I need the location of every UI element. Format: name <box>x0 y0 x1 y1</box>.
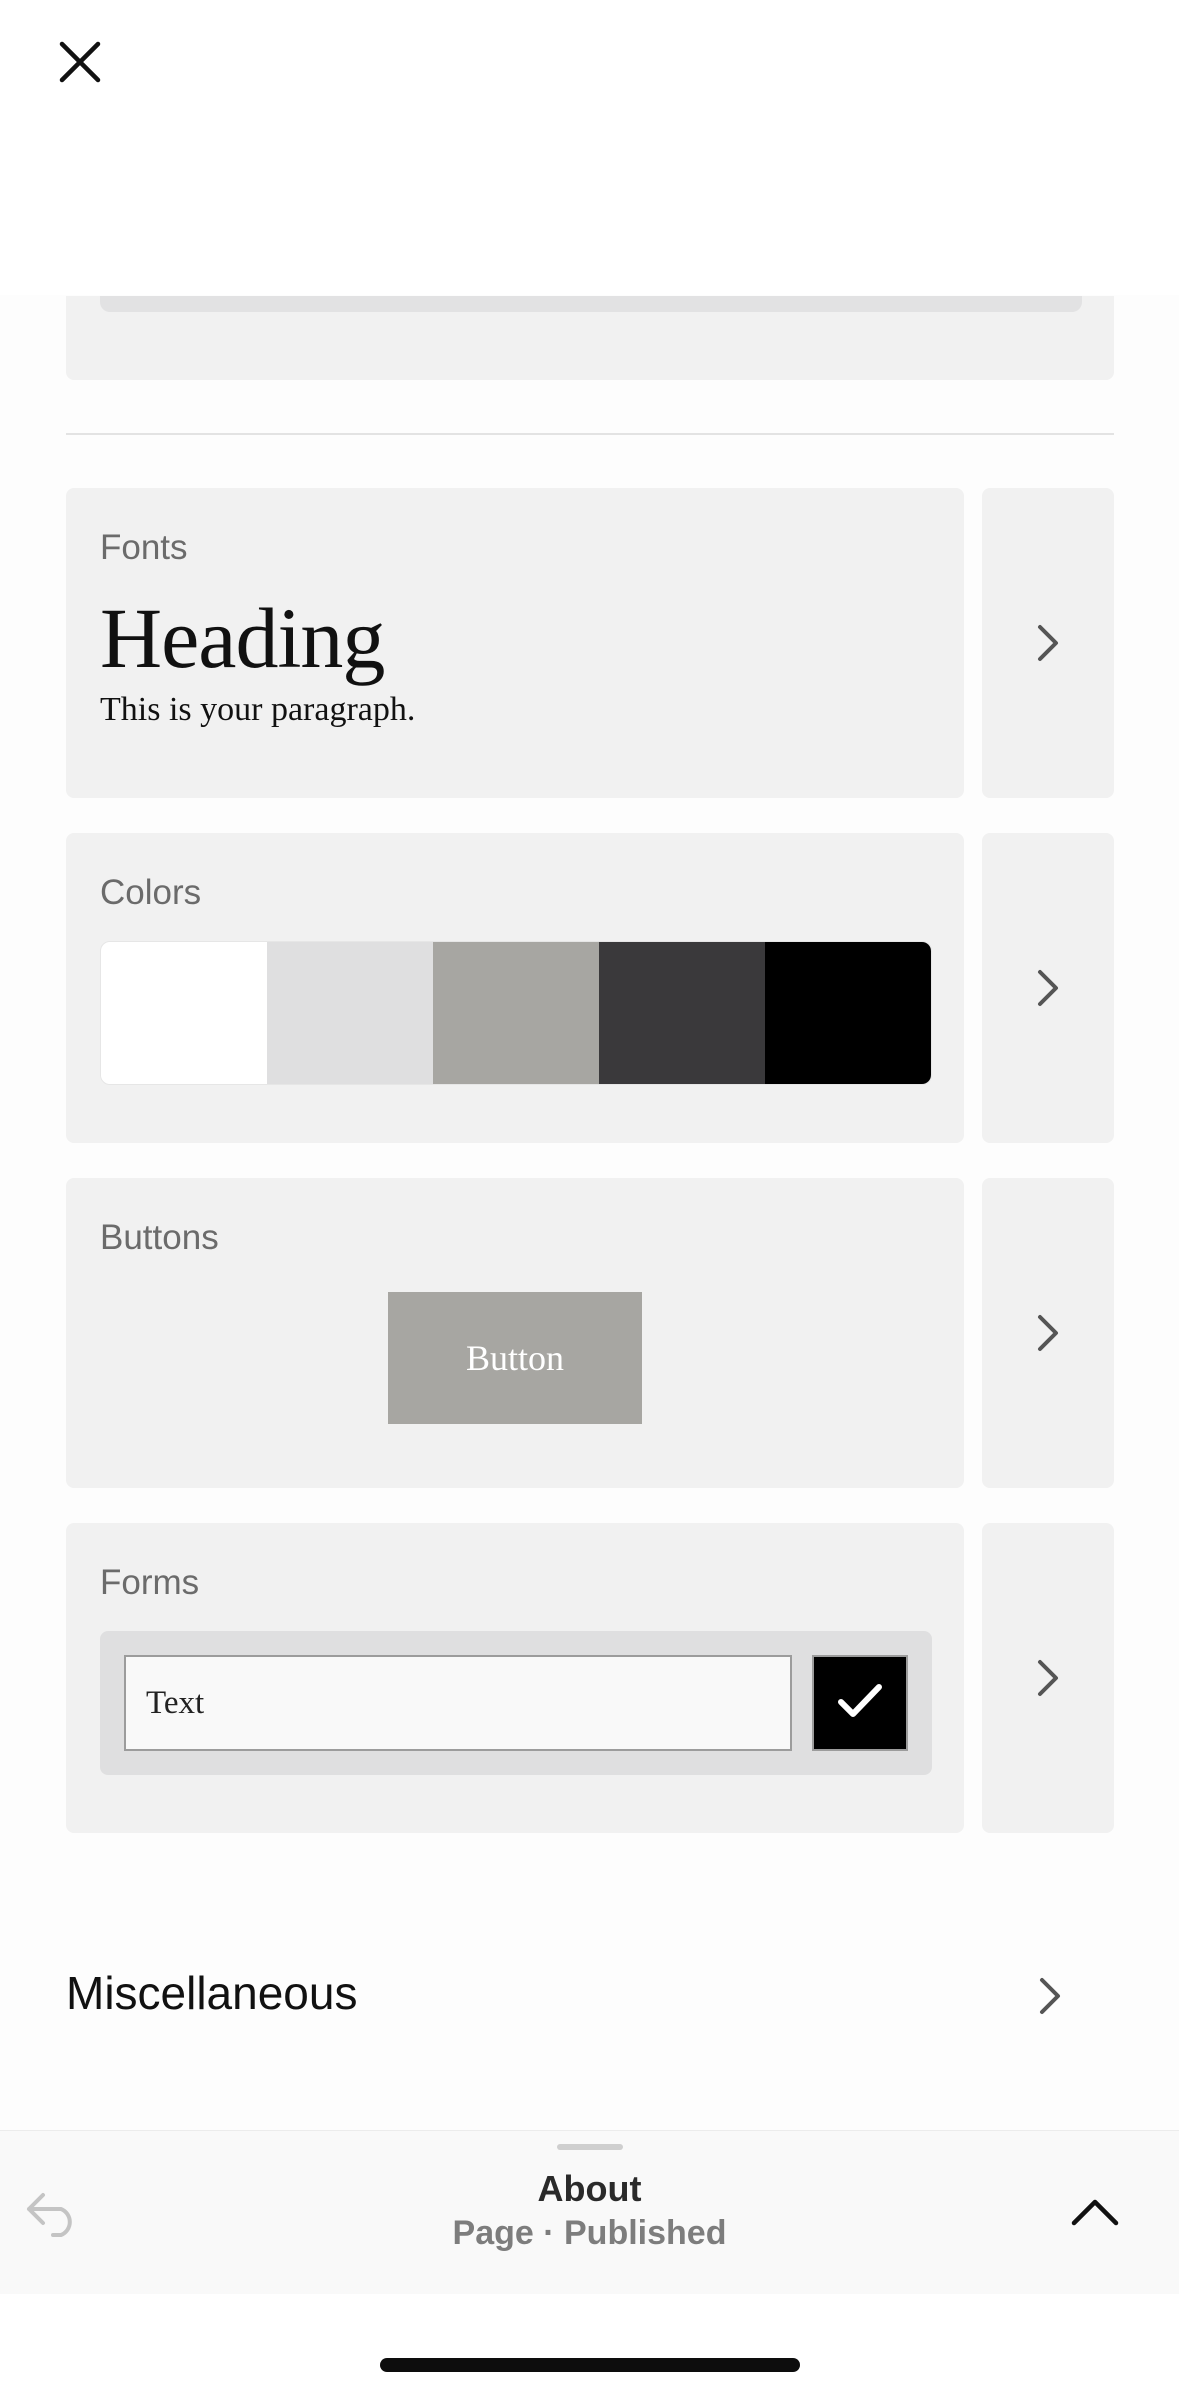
expand-sheet-button[interactable] <box>1062 2184 1128 2244</box>
colors-card[interactable]: Colors <box>66 833 964 1143</box>
top-bar <box>0 0 1179 295</box>
button-sample: Button <box>388 1292 642 1424</box>
forms-label: Forms <box>100 1563 200 1602</box>
page-status: Page · Published <box>452 2214 727 2252</box>
miscellaneous-label: Miscellaneous <box>66 1967 358 2019</box>
divider <box>66 433 1114 435</box>
forms-card[interactable]: Forms Text <box>66 1523 964 1833</box>
page-title: About <box>537 2168 642 2209</box>
color-palette <box>100 941 932 1085</box>
buttons-card[interactable]: Buttons Button <box>66 1178 964 1488</box>
chevron-right-icon <box>1036 1658 1060 1698</box>
form-sample: Text <box>100 1631 932 1775</box>
buttons-label: Buttons <box>100 1218 219 1257</box>
checkbox-sample <box>812 1655 908 1751</box>
sheet-grabber[interactable] <box>557 2144 623 2150</box>
fonts-card[interactable]: Fonts Heading This is your paragraph. <box>66 488 964 798</box>
paragraph-sample: This is your paragraph. <box>100 691 416 728</box>
close-icon <box>58 40 102 89</box>
colors-open-button[interactable] <box>982 833 1114 1143</box>
home-indicator[interactable] <box>380 2358 800 2372</box>
buttons-open-button[interactable] <box>982 1178 1114 1488</box>
miscellaneous-row[interactable]: Miscellaneous <box>0 1930 1179 2060</box>
checkmark-icon <box>837 1682 883 1725</box>
chevron-right-icon <box>1036 623 1060 663</box>
chevron-right-icon <box>1038 1976 1062 2016</box>
close-button[interactable] <box>52 36 108 92</box>
fonts-open-button[interactable] <box>982 488 1114 798</box>
chevron-right-icon <box>1036 968 1060 1008</box>
chevron-up-icon <box>1070 2197 1120 2232</box>
color-swatch <box>267 942 433 1084</box>
partial-card-inner <box>100 296 1082 312</box>
colors-label: Colors <box>100 873 202 912</box>
color-swatch <box>101 942 267 1084</box>
text-input-sample: Text <box>124 1655 792 1751</box>
fonts-label: Fonts <box>100 528 188 567</box>
color-swatch <box>599 942 765 1084</box>
color-swatch <box>433 942 599 1084</box>
forms-open-button[interactable] <box>982 1523 1114 1833</box>
heading-sample: Heading <box>100 590 385 686</box>
page-bottom-bar[interactable] <box>0 2130 1179 2295</box>
chevron-right-icon <box>1036 1313 1060 1353</box>
color-swatch <box>765 942 931 1084</box>
home-area <box>0 2294 1179 2396</box>
